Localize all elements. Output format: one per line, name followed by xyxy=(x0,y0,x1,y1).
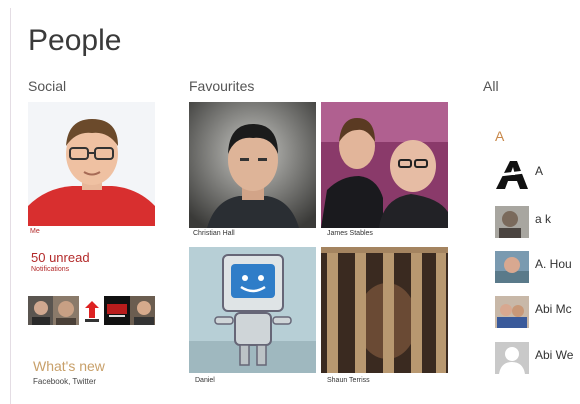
whats-new-link[interactable]: What's new xyxy=(33,358,105,374)
whats-new-sources: Facebook, Twitter xyxy=(33,377,96,386)
window-edge xyxy=(10,8,11,404)
page-title: People xyxy=(28,24,122,57)
contact-avatar xyxy=(495,158,529,190)
thumbnail-2 xyxy=(53,296,79,325)
contact-name: A xyxy=(535,164,544,178)
thumbnail-1 xyxy=(28,296,54,325)
section-header-all[interactable]: All xyxy=(483,78,499,94)
section-header-social[interactable]: Social xyxy=(28,78,66,94)
notifications-label: Notifications xyxy=(31,266,70,273)
thumbnail-5 xyxy=(129,296,155,325)
favourite-name: Daniel xyxy=(195,377,215,384)
favourite-tile-james-stables[interactable] xyxy=(321,102,448,228)
placeholder-person-icon xyxy=(495,342,529,374)
contact-avatar xyxy=(495,206,529,238)
favourite-tile-christian-hall[interactable] xyxy=(189,102,316,228)
contact-row[interactable]: A. Hou xyxy=(495,251,580,283)
contact-row[interactable]: Abi We xyxy=(495,342,580,374)
favourite-tile-daniel[interactable] xyxy=(189,247,316,373)
contact-name: Abi Mc xyxy=(535,302,572,316)
favourite-tile-shaun-terriss[interactable] xyxy=(321,247,448,373)
me-profile-tile[interactable] xyxy=(28,102,155,226)
me-label: Me xyxy=(30,228,40,235)
contact-row[interactable]: A xyxy=(495,158,580,190)
section-header-favourites[interactable]: Favourites xyxy=(189,78,254,94)
contact-row[interactable]: a k xyxy=(495,206,580,238)
group-letter-a[interactable]: A xyxy=(495,128,504,144)
me-avatar xyxy=(28,102,155,226)
notification-thumbnails[interactable] xyxy=(28,296,155,325)
contact-avatar xyxy=(495,251,529,283)
contact-photo xyxy=(321,247,448,373)
contact-avatar xyxy=(495,296,529,328)
thumbnail-4 xyxy=(104,296,130,325)
robot-avatar xyxy=(189,247,316,373)
contact-name: a k xyxy=(535,212,552,226)
unread-count[interactable]: 50 unread xyxy=(31,250,90,265)
contact-photo xyxy=(189,102,316,228)
contact-photo xyxy=(321,102,448,228)
favourite-name: Christian Hall xyxy=(193,230,235,237)
favourite-name: Shaun Terriss xyxy=(327,377,370,384)
favourite-name: James Stables xyxy=(327,230,373,237)
contact-name: A. Hou xyxy=(535,257,572,271)
contact-name: Abi We xyxy=(535,348,574,362)
thumbnail-3 xyxy=(78,296,105,325)
contact-row[interactable]: Abi Mc xyxy=(495,296,580,328)
